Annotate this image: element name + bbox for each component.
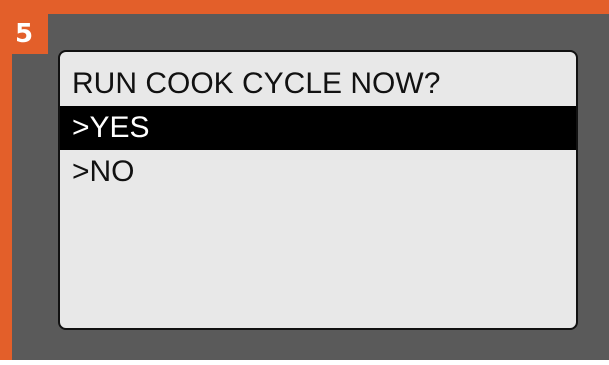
accent-bar-top bbox=[0, 0, 609, 14]
prompt-text: RUN COOK CYCLE NOW? bbox=[72, 67, 441, 100]
lcd-screen: RUN COOK CYCLE NOW? >YES >NO bbox=[58, 50, 578, 330]
option-no[interactable]: >NO bbox=[60, 150, 576, 194]
step-number-badge: 5 bbox=[0, 14, 48, 54]
accent-bar-left bbox=[0, 0, 12, 360]
instruction-figure: 5 RUN COOK CYCLE NOW? >YES >NO bbox=[0, 0, 609, 365]
option-yes[interactable]: >YES bbox=[60, 106, 576, 150]
